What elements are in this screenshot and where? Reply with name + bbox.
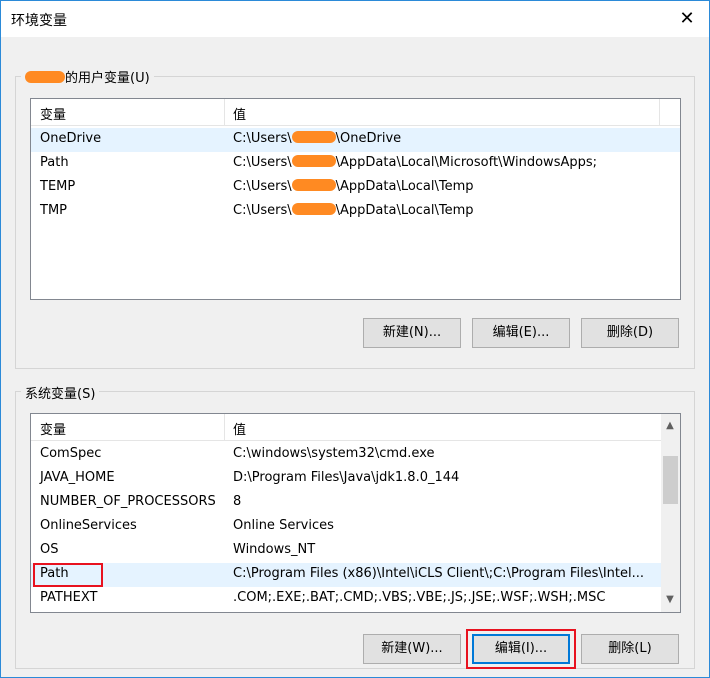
value-prefix: C:\Users\ (233, 179, 292, 194)
user-new-button[interactable]: 新建(N)... (363, 318, 461, 348)
system-delete-button[interactable]: 删除(L) (581, 634, 679, 664)
table-row[interactable]: TEMP C:\Users\ \AppData\Local\Temp (31, 176, 680, 200)
table-row[interactable]: JAVA_HOME D:\Program Files\Java\jdk1.8.0… (31, 467, 680, 491)
scrollbar-thumb[interactable] (663, 456, 678, 504)
variable-value: Online Services (233, 518, 334, 533)
user-list-header: 变量 值 (31, 99, 680, 126)
table-row[interactable]: ComSpec C:\windows\system32\cmd.exe (31, 443, 680, 467)
value-suffix: \AppData\Local\Temp (335, 203, 474, 218)
value-suffix: \AppData\Local\Temp (335, 179, 474, 194)
system-list-header: 变量 值 (31, 414, 661, 441)
variable-value: C:\Program Files (x86)\Intel\iCLS Client… (233, 566, 645, 581)
user-variables-list[interactable]: 变量 值 OneDrive C:\Users\ \OneDrive Path C:… (30, 98, 681, 300)
redacted-username (291, 179, 336, 191)
environment-variables-dialog: 环境变量 ✕ 的用户变量(U) 变量 值 OneDrive C:\Users\ \… (0, 0, 710, 678)
value-suffix: \OneDrive (335, 131, 402, 146)
column-header-variable[interactable]: 变量 (40, 104, 66, 123)
user-variables-label-text: 的用户变量(U) (65, 71, 150, 86)
value-prefix: C:\Users\ (233, 203, 292, 218)
table-row[interactable]: Path C:\Users\ \AppData\Local\Microsoft\W… (31, 152, 680, 176)
variable-value: C:\Users\ \AppData\Local\Microsoft\Window… (233, 155, 597, 170)
table-row[interactable]: OnlineServices Online Services (31, 515, 680, 539)
close-icon[interactable]: ✕ (675, 7, 699, 31)
redacted-username (291, 131, 336, 143)
column-divider[interactable] (224, 414, 225, 440)
column-header-value[interactable]: 值 (233, 419, 246, 438)
variable-value: .COM;.EXE;.BAT;.CMD;.VBS;.VBE;.JS;.JSE;.… (233, 590, 606, 605)
variable-value: Windows_NT (233, 542, 316, 557)
table-row[interactable]: OS Windows_NT (31, 539, 680, 563)
table-row[interactable]: OneDrive C:\Users\ \OneDrive (31, 128, 680, 152)
column-divider[interactable] (224, 99, 225, 125)
variable-value: C:\Users\ \AppData\Local\Temp (233, 203, 474, 218)
variable-value: C:\Users\ \AppData\Local\Temp (233, 179, 474, 194)
system-new-button[interactable]: 新建(W)... (363, 634, 461, 664)
column-header-variable[interactable]: 变量 (40, 419, 66, 438)
table-row[interactable]: NUMBER_OF_PROCESSORS 8 (31, 491, 680, 515)
chevron-up-icon[interactable]: ▲ (661, 416, 679, 436)
system-variables-list[interactable]: 变量 值 ComSpec C:\windows\system32\cmd.exe… (30, 413, 681, 613)
variable-name: Path (40, 155, 69, 170)
variable-name: JAVA_HOME (40, 470, 115, 485)
variable-name: TEMP (40, 179, 76, 194)
redacted-username (25, 71, 65, 83)
variable-name: OnlineServices (40, 518, 137, 533)
user-variables-label: 的用户变量(U) (21, 67, 154, 86)
column-header-value[interactable]: 值 (233, 104, 246, 123)
value-prefix: C:\Users\ (233, 131, 292, 146)
path-highlight-box (33, 563, 103, 587)
system-variables-label: 系统变量(S) (21, 383, 100, 402)
variable-name: OneDrive (40, 131, 102, 146)
vertical-scrollbar[interactable]: ▲ ▼ (661, 414, 680, 612)
variable-value: C:\windows\system32\cmd.exe (233, 446, 435, 461)
variable-value: D:\Program Files\Java\jdk1.8.0_144 (233, 470, 460, 485)
column-divider[interactable] (659, 99, 660, 125)
variable-name: OS (40, 542, 59, 557)
value-suffix: \AppData\Local\Microsoft\WindowsApps; (335, 155, 598, 170)
variable-value: C:\Users\ \OneDrive (233, 131, 401, 146)
variable-name: TMP (40, 203, 67, 218)
value-prefix: C:\Users\ (233, 155, 292, 170)
user-edit-button[interactable]: 编辑(E)... (472, 318, 570, 348)
chevron-down-icon[interactable]: ▼ (661, 590, 679, 610)
edit-button-highlight-box (466, 629, 576, 669)
user-delete-button[interactable]: 删除(D) (581, 318, 679, 348)
variable-name: ComSpec (40, 446, 102, 461)
variable-value: 8 (233, 494, 242, 509)
table-row[interactable]: TMP C:\Users\ \AppData\Local\Temp (31, 200, 680, 224)
window-title: 环境变量 (11, 13, 67, 29)
table-row[interactable]: PATHEXT .COM;.EXE;.BAT;.CMD;.VBS;.VBE;.J… (31, 587, 680, 611)
variable-name: NUMBER_OF_PROCESSORS (40, 494, 216, 509)
redacted-username (291, 155, 336, 167)
table-row-selected[interactable]: Path C:\Program Files (x86)\Intel\iCLS C… (31, 563, 661, 587)
title-bar: 环境变量 ✕ (1, 1, 709, 37)
variable-name: PATHEXT (40, 590, 98, 605)
redacted-username (291, 203, 336, 215)
